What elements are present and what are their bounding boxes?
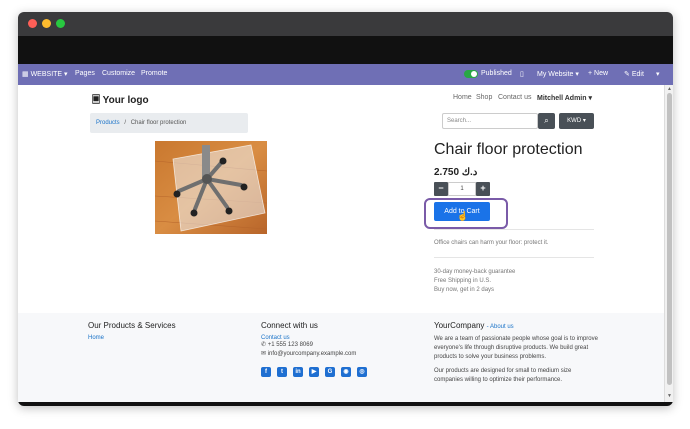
close-window-button[interactable] xyxy=(28,19,37,28)
footer-phone: ✆ +1 555 123 8069 xyxy=(261,342,313,348)
logo-icon: 🗏 xyxy=(92,95,101,106)
pages-menu[interactable]: Pages xyxy=(75,70,95,77)
nav-home[interactable]: Home xyxy=(453,94,472,101)
maximize-window-button[interactable] xyxy=(56,19,65,28)
promote-menu[interactable]: Promote xyxy=(141,70,167,77)
product-features: 30-day money-back guarantee Free Shippin… xyxy=(434,268,515,295)
product-image[interactable] xyxy=(155,141,267,234)
search-input[interactable]: Search... xyxy=(442,113,538,129)
footer-email: ✉ info@yourcompany.example.com xyxy=(261,351,357,357)
footer-products-column: Our Products & Services Home xyxy=(88,321,238,341)
caret-down-icon: ▾ xyxy=(64,71,68,78)
published-toggle[interactable] xyxy=(464,70,478,78)
footer-home-link[interactable]: Home xyxy=(88,335,238,341)
pencil-icon: ✎ xyxy=(624,71,630,78)
feature-item: Buy now, get in 2 days xyxy=(434,287,495,293)
product-description: Office chairs can harm your floor: prote… xyxy=(434,240,549,246)
browser-window: ▦ WEBSITE ▾ Pages Customize Promote Publ… xyxy=(18,12,673,406)
footer-connect-column: Connect with us Contact us ✆ +1 555 123 … xyxy=(261,321,411,377)
site-footer: Our Products & Services Home Connect wit… xyxy=(18,313,664,402)
plus-icon: + xyxy=(480,183,486,193)
product-title: Chair floor protection xyxy=(434,141,583,158)
caret-down-icon: ▾ xyxy=(575,71,579,78)
customize-menu[interactable]: Customize xyxy=(102,70,135,77)
apps-grid-icon: ▦ xyxy=(22,71,29,78)
breadcrumb-current: Chair floor protection xyxy=(130,120,187,126)
search-icon: ⌕ xyxy=(544,116,549,125)
product-price: 2.750 د.ك xyxy=(434,167,478,178)
instagram-icon[interactable]: ◎ xyxy=(357,367,367,377)
facebook-icon[interactable]: f xyxy=(261,367,271,377)
website-admin-bar: ▦ WEBSITE ▾ Pages Customize Promote Publ… xyxy=(18,64,673,85)
github-icon[interactable]: ◉ xyxy=(341,367,351,377)
window-bottom-edge xyxy=(18,402,673,406)
minimize-window-button[interactable] xyxy=(42,19,51,28)
quantity-decrease-button[interactable]: − xyxy=(434,182,448,196)
social-icons: f t in ▶ G ◉ ◎ xyxy=(261,367,411,377)
new-button[interactable]: + New xyxy=(588,70,608,77)
page-scrollbar[interactable]: ▲ ▼ xyxy=(664,85,673,402)
mobile-preview-icon[interactable]: ▯ xyxy=(520,70,524,78)
footer-company-column: YourCompany - About us We are a team of … xyxy=(434,321,599,385)
nav-contact[interactable]: Contact us xyxy=(498,94,531,101)
window-titlebar xyxy=(18,12,673,36)
linkedin-icon[interactable]: in xyxy=(293,367,303,377)
search-button[interactable]: ⌕ xyxy=(538,113,555,129)
currency-dropdown[interactable]: KWD ▾ xyxy=(559,113,594,129)
quantity-input[interactable]: 1 xyxy=(448,182,476,196)
breadcrumb: Products / Chair floor protection xyxy=(90,113,248,133)
feature-item: Free Shipping in U.S. xyxy=(434,278,492,284)
nav-shop[interactable]: Shop xyxy=(476,94,492,101)
google-plus-icon[interactable]: G xyxy=(325,367,335,377)
scrollbar-thumb[interactable] xyxy=(667,93,672,385)
divider xyxy=(434,229,594,230)
divider xyxy=(434,257,594,258)
more-caret-icon[interactable]: ▾ xyxy=(656,70,660,78)
caret-down-icon: ▾ xyxy=(582,118,586,124)
hand-cursor-icon: ☝ xyxy=(457,211,469,221)
quantity-increase-button[interactable]: + xyxy=(476,182,490,196)
feature-item: 30-day money-back guarantee xyxy=(434,269,516,275)
footer-about-link[interactable]: - About us xyxy=(487,324,514,330)
scroll-up-arrow-icon[interactable]: ▲ xyxy=(667,86,672,92)
site-logo[interactable]: 🗏 Your logo xyxy=(92,93,149,110)
my-website-menu[interactable]: My Website ▾ xyxy=(537,70,579,78)
phone-icon: ✆ xyxy=(261,342,267,348)
toggle-knob xyxy=(471,71,477,77)
caret-down-icon: ▾ xyxy=(588,95,592,102)
website-menu[interactable]: ▦ WEBSITE ▾ xyxy=(22,70,68,78)
footer-products-title: Our Products & Services xyxy=(88,321,176,330)
user-menu[interactable]: Mitchell Admin ▾ xyxy=(537,94,592,102)
envelope-icon: ✉ xyxy=(261,351,267,357)
twitter-icon[interactable]: t xyxy=(277,367,287,377)
edit-button[interactable]: ✎ Edit xyxy=(624,70,644,78)
footer-company-title: YourCompany - About us xyxy=(434,321,514,330)
youtube-icon[interactable]: ▶ xyxy=(309,367,319,377)
footer-connect-title: Connect with us xyxy=(261,321,318,330)
footer-products-text: Our products are designed for small to m… xyxy=(434,368,572,383)
minus-icon: − xyxy=(438,183,444,193)
plus-icon: + xyxy=(588,70,593,77)
browser-toolbar xyxy=(18,36,673,64)
scroll-down-arrow-icon[interactable]: ▼ xyxy=(667,393,672,399)
product-page: 🗏 Your logo Home Shop Contact us Mitchel… xyxy=(18,85,664,402)
published-label: Published xyxy=(481,70,512,77)
footer-about-text: We are a team of passionate people whose… xyxy=(434,336,598,360)
breadcrumb-separator: / xyxy=(124,120,127,126)
breadcrumb-products-link[interactable]: Products xyxy=(96,120,120,126)
